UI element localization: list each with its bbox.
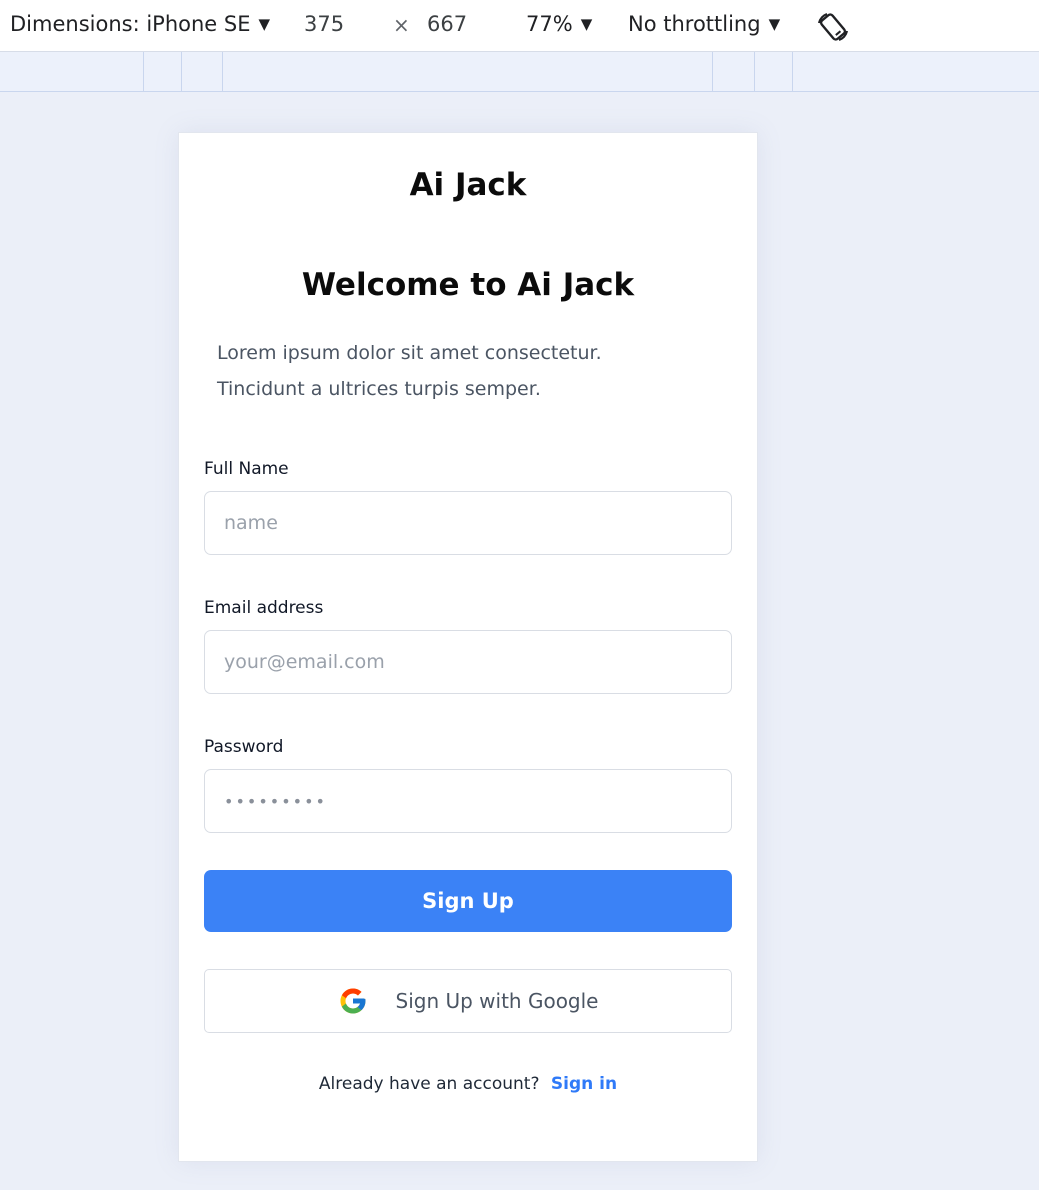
- email-input[interactable]: [204, 630, 732, 694]
- email-label: Email address: [204, 598, 324, 618]
- throttling-value: No throttling: [628, 12, 761, 36]
- device-viewport: Ai Jack Welcome to Ai Jack Lorem ipsum d…: [0, 92, 1039, 1190]
- brand-title: Ai Jack: [409, 167, 527, 203]
- ruler-tick: [222, 52, 223, 92]
- intro-text: Lorem ipsum dolor sit amet consectetur. …: [217, 335, 717, 407]
- full-name-input[interactable]: [204, 491, 732, 555]
- signup-button[interactable]: Sign Up: [204, 870, 732, 932]
- full-name-label: Full Name: [204, 459, 289, 479]
- ruler-tick: [792, 52, 793, 92]
- page-title: Welcome to Ai Jack: [301, 267, 635, 303]
- password-input[interactable]: [204, 769, 732, 833]
- times-icon: ×: [393, 13, 410, 37]
- ruler-tick: [754, 52, 755, 92]
- google-signup-button[interactable]: Sign Up with Google: [204, 969, 732, 1033]
- height-input[interactable]: 667: [427, 12, 467, 36]
- device-dimensions-dropdown[interactable]: Dimensions: iPhone SE ▼: [10, 12, 270, 36]
- width-value: 375: [304, 12, 345, 36]
- rotate-device-icon[interactable]: [815, 10, 851, 44]
- signup-card: Ai Jack Welcome to Ai Jack Lorem ipsum d…: [178, 132, 758, 1162]
- google-signup-label: Sign Up with Google: [395, 989, 599, 1013]
- media-query-ruler: [0, 52, 1039, 92]
- signin-prompt-text: Already have an account?: [318, 1074, 540, 1094]
- password-label: Password: [204, 737, 284, 757]
- intro-line-2: Tincidunt a ultrices turpis semper.: [217, 378, 541, 400]
- caret-down-icon: ▼: [768, 15, 781, 33]
- ruler-tick: [143, 52, 144, 92]
- signin-prompt: Already have an account? Sign in: [179, 1074, 757, 1094]
- dimensions-label: Dimensions: iPhone SE: [10, 12, 251, 36]
- zoom-value: 77%: [526, 12, 573, 36]
- devtools-device-toolbar: Dimensions: iPhone SE ▼ 375 × 667 77% ▼ …: [0, 0, 1039, 52]
- width-input[interactable]: 375: [304, 12, 344, 36]
- caret-down-icon: ▼: [580, 15, 593, 33]
- signin-link[interactable]: Sign in: [551, 1074, 617, 1094]
- ruler-tick: [181, 52, 182, 92]
- times-symbol: ×: [393, 13, 410, 37]
- ruler-tick: [712, 52, 713, 92]
- caret-down-icon: ▼: [258, 15, 271, 33]
- google-icon: [340, 988, 365, 1014]
- zoom-dropdown[interactable]: 77% ▼: [526, 12, 592, 36]
- intro-line-1: Lorem ipsum dolor sit amet consectetur.: [217, 342, 602, 364]
- throttling-dropdown[interactable]: No throttling ▼: [628, 12, 780, 36]
- height-value: 667: [427, 12, 468, 36]
